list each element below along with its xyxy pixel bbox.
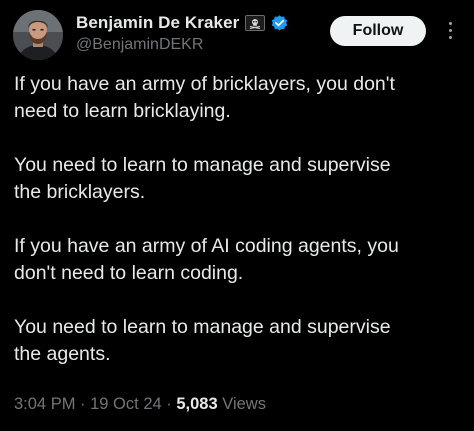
avatar[interactable] xyxy=(13,10,63,60)
tweet-meta: 3:04 PM · 19 Oct 24 · 5,083 Views xyxy=(14,395,266,414)
views-count[interactable]: 5,083 xyxy=(176,395,217,413)
pirate-flag-icon xyxy=(245,15,266,31)
name-row: Benjamin De Kraker xyxy=(76,12,289,34)
user-handle[interactable]: @BenjaminDEKR xyxy=(76,36,289,54)
tweet: Benjamin De Kraker @BenjaminDEKR Follow xyxy=(0,0,474,431)
author-info: Benjamin De Kraker @BenjaminDEKR xyxy=(76,12,289,54)
views-label: Views xyxy=(222,395,266,413)
tweet-text: If you have an army of bricklayers, you … xyxy=(14,71,464,368)
verified-badge-icon[interactable] xyxy=(270,14,289,33)
tweet-paragraph: You need to learn to manage and supervis… xyxy=(14,154,391,203)
tweet-time[interactable]: 3:04 PM xyxy=(14,395,75,413)
avatar-image xyxy=(13,10,63,60)
meta-separator: · xyxy=(75,395,91,413)
tweet-date[interactable]: 19 Oct 24 xyxy=(90,395,162,413)
follow-button[interactable]: Follow xyxy=(330,16,426,46)
tweet-paragraph: If you have an army of bricklayers, you … xyxy=(14,73,395,122)
tweet-paragraph: You need to learn to manage and supervis… xyxy=(14,316,391,365)
more-vertical-icon[interactable] xyxy=(440,17,460,43)
display-name[interactable]: Benjamin De Kraker xyxy=(76,13,239,33)
tweet-paragraph: If you have an army of AI coding agents,… xyxy=(14,235,399,284)
meta-separator: · xyxy=(161,395,177,413)
